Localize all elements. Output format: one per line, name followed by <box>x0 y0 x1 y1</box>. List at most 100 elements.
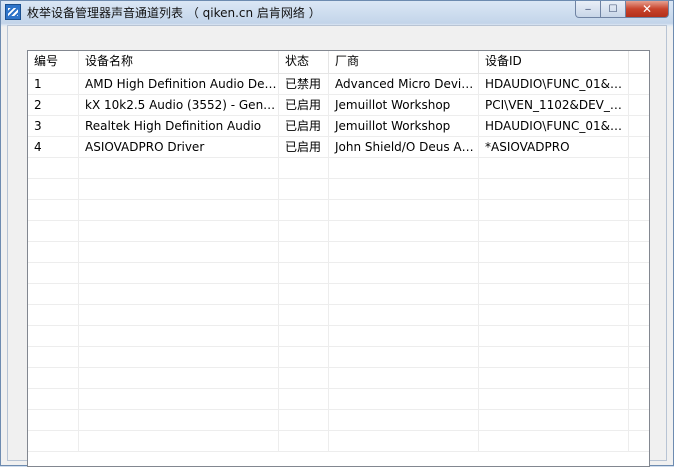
empty-cell <box>479 368 629 388</box>
empty-row <box>28 305 649 326</box>
minimize-icon: ‒ <box>584 3 592 15</box>
empty-cell <box>629 305 649 325</box>
empty-cell <box>629 242 649 262</box>
maximize-button[interactable]: ☐ <box>601 1 626 18</box>
empty-cell <box>629 347 649 367</box>
empty-row <box>28 221 649 242</box>
table-cell: John Shield/O Deus Audio <box>329 137 479 157</box>
empty-row <box>28 284 649 305</box>
empty-cell <box>479 242 629 262</box>
column-header-2[interactable]: 状态 <box>279 51 329 73</box>
empty-cell <box>28 200 79 220</box>
empty-cell <box>479 284 629 304</box>
title-bar[interactable]: 枚举设备管理器声音通道列表 （ qiken.cn 启肯网络 ） ‒ ☐ ✕ <box>1 1 673 23</box>
table-row[interactable]: 4 ASIOVADPRO Driver 已启用 John Shield/O Deus … <box>28 137 649 158</box>
empty-cell <box>629 200 649 220</box>
empty-row <box>28 410 649 431</box>
empty-row <box>28 389 649 410</box>
column-header-1[interactable]: 设备名称 <box>79 51 279 73</box>
empty-cell <box>279 389 329 409</box>
table-cell: ASIOVADPRO Driver <box>79 137 279 157</box>
table-cell: PCI\VEN_1102&DEV_0008 <box>479 95 629 115</box>
empty-cell <box>279 221 329 241</box>
column-header-5[interactable] <box>629 51 649 73</box>
empty-cell <box>629 263 649 283</box>
table-cell: Realtek High Definition Audio <box>79 116 279 136</box>
empty-cell <box>79 221 279 241</box>
table-cell: 2 <box>28 95 79 115</box>
empty-row <box>28 158 649 179</box>
table-cell: Advanced Micro Devices <box>329 74 479 94</box>
empty-cell <box>479 221 629 241</box>
empty-row <box>28 368 649 389</box>
empty-cell <box>629 221 649 241</box>
empty-cell <box>79 200 279 220</box>
empty-cell <box>79 305 279 325</box>
empty-cell <box>79 242 279 262</box>
empty-row <box>28 179 649 200</box>
empty-cell <box>79 326 279 346</box>
window-title: 枚举设备管理器声音通道列表 （ qiken.cn 启肯网络 ） <box>27 6 321 20</box>
empty-cell <box>329 284 479 304</box>
table-cell: HDAUDIO\FUNC_01&VEN_10EC <box>479 116 629 136</box>
empty-cell <box>479 305 629 325</box>
table-cell: kX 10k2.5 Audio (3552) - Generic <box>79 95 279 115</box>
empty-cell <box>329 347 479 367</box>
empty-cell <box>329 263 479 283</box>
empty-cell <box>79 410 279 430</box>
column-header-3[interactable]: 厂商 <box>329 51 479 73</box>
table-row[interactable]: 3 Realtek High Definition Audio 已启用 Jemuill… <box>28 116 649 137</box>
empty-cell <box>28 326 79 346</box>
empty-cell <box>329 326 479 346</box>
empty-cell <box>329 368 479 388</box>
list-rows: 1 AMD High Definition Audio Device 已禁用 Adva… <box>28 74 649 452</box>
empty-cell <box>28 410 79 430</box>
empty-cell <box>28 305 79 325</box>
empty-cell <box>279 242 329 262</box>
app-icon[interactable] <box>5 4 21 20</box>
empty-cell <box>629 431 649 451</box>
table-cell: AMD High Definition Audio Device <box>79 74 279 94</box>
empty-cell <box>479 410 629 430</box>
maximize-icon: ☐ <box>608 3 618 15</box>
empty-cell <box>79 179 279 199</box>
close-icon: ✕ <box>641 2 653 16</box>
column-header-0[interactable]: 编号 <box>28 51 79 73</box>
table-cell <box>629 95 649 115</box>
empty-cell <box>28 284 79 304</box>
empty-cell <box>279 263 329 283</box>
empty-cell <box>329 158 479 178</box>
empty-cell <box>279 179 329 199</box>
empty-cell <box>629 158 649 178</box>
empty-cell <box>28 263 79 283</box>
empty-cell <box>329 410 479 430</box>
empty-row <box>28 326 649 347</box>
empty-cell <box>479 158 629 178</box>
empty-row <box>28 242 649 263</box>
empty-cell <box>629 179 649 199</box>
minimize-button[interactable]: ‒ <box>575 1 601 18</box>
table-cell: HDAUDIO\FUNC_01&VEN_1002 <box>479 74 629 94</box>
empty-cell <box>279 284 329 304</box>
table-row[interactable]: 2 kX 10k2.5 Audio (3552) - Generic 已启用 Jemu… <box>28 95 649 116</box>
empty-cell <box>28 221 79 241</box>
empty-cell <box>28 431 79 451</box>
table-cell: 已启用 <box>279 95 329 115</box>
empty-cell <box>279 200 329 220</box>
empty-cell <box>79 158 279 178</box>
table-row[interactable]: 1 AMD High Definition Audio Device 已禁用 Adva… <box>28 74 649 95</box>
empty-cell <box>329 179 479 199</box>
column-header-4[interactable]: 设备ID <box>479 51 629 73</box>
empty-cell <box>479 263 629 283</box>
empty-cell <box>79 368 279 388</box>
window-controls: ‒ ☐ ✕ <box>575 1 669 19</box>
empty-cell <box>479 347 629 367</box>
empty-cell <box>79 347 279 367</box>
close-button[interactable]: ✕ <box>626 1 669 18</box>
empty-cell <box>279 158 329 178</box>
empty-cell <box>329 242 479 262</box>
table-cell: *ASIOVADPRO <box>479 137 629 157</box>
device-list[interactable]: 编号 设备名称 状态 厂商 设备ID 1 AMD High Definition Audi… <box>27 50 650 467</box>
table-cell: Jemuillot Workshop <box>329 95 479 115</box>
empty-cell <box>28 242 79 262</box>
